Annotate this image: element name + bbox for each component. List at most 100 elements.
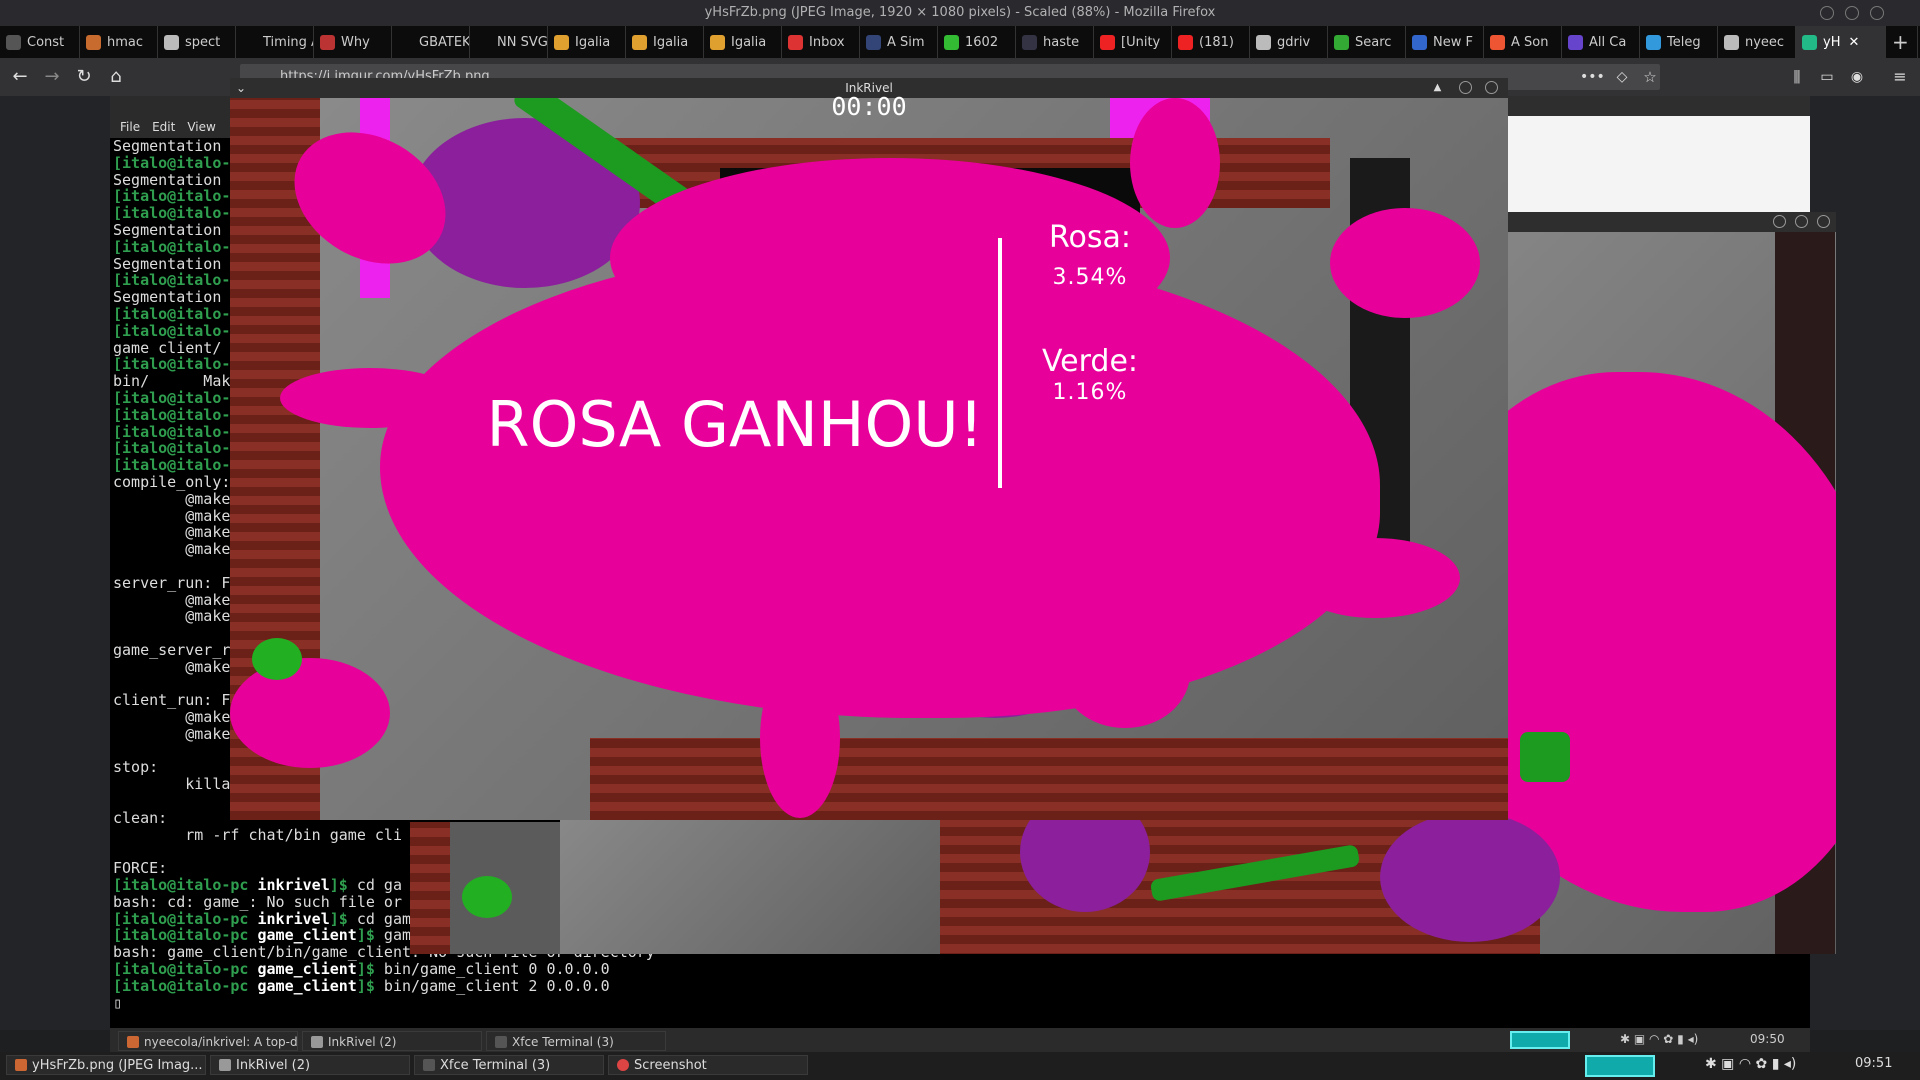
team-verde-label: Verde: [1041,344,1139,379]
tab-favicon-icon [1412,34,1427,50]
tab-label: A Sim [887,34,925,50]
tab[interactable]: Teleg [1640,26,1718,58]
tab-favicon-icon [944,34,959,50]
tab[interactable]: Igalia [704,26,782,58]
tab-favicon-icon [86,34,101,50]
tab[interactable]: All Ca [1562,26,1640,58]
tab[interactable]: New F [1406,26,1484,58]
close-tab-icon[interactable]: ✕ [1848,35,1859,50]
tab-favicon-icon [1490,34,1505,50]
menu-icon[interactable]: ≡ [1888,65,1912,89]
tab-label: haste [1043,34,1080,50]
tab-label: Timing A [263,34,313,50]
firefox-window-title: yHsFrZb.png (JPEG Image, 1920 × 1080 pix… [704,5,1216,20]
tab-favicon-icon [1100,34,1115,50]
tab[interactable]: A Son [1484,26,1562,58]
taskbar-screenshot[interactable]: Screenshot [608,1055,808,1075]
tab-label: hmac [107,34,144,50]
tab-favicon-icon [242,34,257,50]
taskbar-firefox[interactable]: yHsFrZb.png (JPEG Imag... [6,1055,206,1075]
tab[interactable]: [Unity [1094,26,1172,58]
window-icon [219,1059,231,1071]
tab-label: yH [1823,34,1841,50]
tab[interactable]: Const [0,26,80,58]
window-close-icon[interactable] [1817,215,1830,228]
inner-taskbar: nyeecola/inkrivel: A top-d... InkRivel (… [110,1028,1810,1052]
game-window-secondary-left [410,822,560,954]
bookmark-star-icon[interactable]: ☆ [1638,65,1662,89]
clock: 09:51 [1855,1056,1893,1071]
page-actions-icon[interactable]: ••• [1580,65,1605,89]
reload-icon[interactable]: ↻ [72,65,96,89]
terminal-menu-item[interactable]: View [187,120,215,134]
brick-pillar [410,822,450,954]
taskbar: yHsFrZb.png (JPEG Imag... InkRivel (2) X… [0,1052,1920,1080]
tab-label: Igalia [653,34,689,50]
new-tab-button[interactable]: + [1886,26,1918,58]
terminal-menu-item[interactable]: File [120,120,140,134]
pocket-icon[interactable]: ◇ [1610,65,1634,89]
tab-label: gdriv [1277,34,1311,50]
back-arrow-icon[interactable]: ← [8,65,32,89]
taskbar-terminal[interactable]: Xfce Terminal (3) [414,1055,604,1075]
workspace-switcher[interactable] [1585,1055,1655,1077]
tab-favicon-icon [1568,34,1583,50]
taskbar-inkrivel[interactable]: InkRivel (2) [210,1055,410,1075]
window-maximize-icon[interactable] [1795,215,1808,228]
green-ink-character [462,876,512,918]
tab[interactable]: Igalia [626,26,704,58]
inner-taskbar-terminal[interactable]: Xfce Terminal (3) [486,1031,666,1051]
terminal-menu-item[interactable]: Edit [152,120,175,134]
tab[interactable]: spect [158,26,236,58]
tab[interactable]: (181) [1172,26,1250,58]
tray-icons[interactable]: ✱ ▣ ◠ ✿ ▮ ◂) [1705,1056,1796,1072]
tab[interactable]: NN SVG [470,26,548,58]
tab-favicon-icon [398,34,413,50]
forward-arrow-icon[interactable]: → [40,65,64,89]
tab-label: Inbox [809,34,845,50]
tab[interactable]: Igalia [548,26,626,58]
tab[interactable]: hmac [80,26,158,58]
inner-taskbar-firefox[interactable]: nyeecola/inkrivel: A top-d... [118,1031,298,1051]
pink-ink-drop [760,658,840,818]
tray-icons[interactable]: ✱ ▣ ◠ ✿ ▮ ◂) [1620,1032,1698,1046]
tab[interactable]: haste [1016,26,1094,58]
tab[interactable]: Timing A [236,26,314,58]
tab-favicon-icon [1022,34,1037,50]
tab-label: New F [1433,34,1473,50]
desktop: yHsFrZb.png (JPEG Image, 1920 × 1080 pix… [0,0,1920,1080]
pink-ink-drop [280,368,460,428]
winner-banner: ROSA GANHOU! [486,388,984,461]
tab[interactable]: yH ✕ [1796,26,1886,58]
tab[interactable]: 1602 [938,26,1016,58]
tab[interactable]: Why [314,26,392,58]
tab[interactable]: nyeec [1718,26,1796,58]
workspace-switcher[interactable] [1510,1031,1570,1049]
tab-label: All Ca [1589,34,1627,50]
account-icon[interactable]: ◉ [1845,65,1869,89]
taskbar-label: Xfce Terminal (3) [512,1035,614,1049]
inner-clock: 09:50 [1750,1032,1785,1046]
firefox-icon [127,1036,139,1048]
tab[interactable]: Inbox [782,26,860,58]
home-icon[interactable]: ⌂ [104,65,128,89]
taskbar-label: Screenshot [634,1058,707,1073]
tab-favicon-icon [1334,34,1349,50]
tab-favicon-icon [710,34,725,50]
window-shade-icon[interactable] [1773,215,1786,228]
close-icon[interactable] [1870,6,1884,20]
maximize-icon[interactable] [1845,6,1859,20]
inner-taskbar-inkrivel[interactable]: InkRivel (2) [302,1031,482,1051]
tab[interactable]: gdriv [1250,26,1328,58]
library-icon[interactable]: ⫼ [1785,65,1809,89]
sidebar-icon[interactable]: ▭ [1815,65,1839,89]
tab[interactable]: A Sim [860,26,938,58]
green-character [252,638,302,680]
tab-label: Igalia [575,34,611,50]
background-browser-window [1500,96,1810,216]
tab-favicon-icon [164,34,179,50]
tab[interactable]: GBATEK [392,26,470,58]
minimize-icon[interactable] [1820,6,1834,20]
tab[interactable]: Searc [1328,26,1406,58]
game-window[interactable]: ⌄ InkRivel ▲ 00:00 ROSA GANHOU! Rosa: 3.… [230,78,1508,820]
